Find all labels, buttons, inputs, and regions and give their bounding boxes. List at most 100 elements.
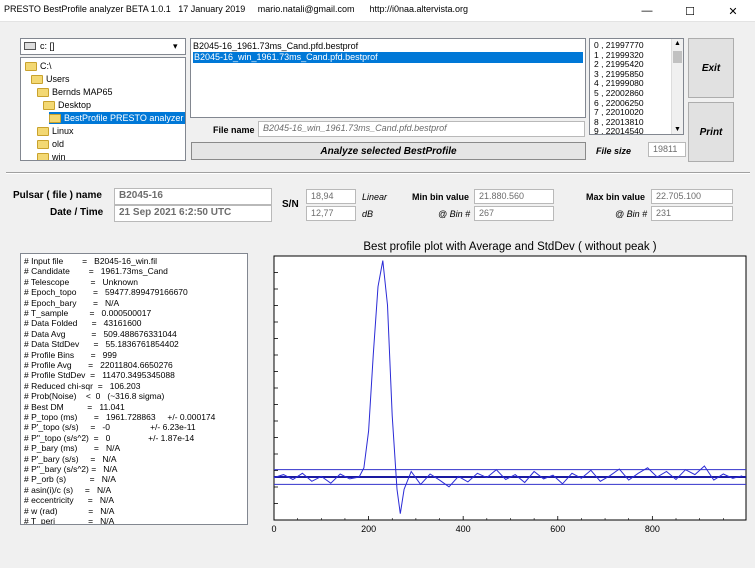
tree-item-label: win — [52, 152, 66, 161]
drive-icon — [24, 42, 36, 50]
exit-button[interactable]: Exit — [688, 38, 734, 98]
bin-list-item[interactable]: 7 , 22010020 — [594, 107, 644, 117]
scrollbar[interactable]: ▲ ▼ — [671, 39, 683, 134]
sn-linear-label: Linear — [362, 192, 388, 202]
x-tick-label: 0 — [271, 524, 276, 534]
folder-icon — [37, 139, 49, 149]
x-tick-label: 600 — [550, 524, 565, 534]
analyze-button[interactable]: Analyze selected BestProfile — [191, 142, 586, 160]
info-line: # P''_bary (s/s^2) = N/A — [24, 464, 118, 474]
tree-item[interactable]: Desktop — [43, 99, 91, 111]
maximize-button[interactable]: ☐ — [668, 0, 712, 22]
folder-open-icon — [31, 74, 43, 84]
x-tick-label: 800 — [645, 524, 660, 534]
chevron-down-icon[interactable]: ▾ — [173, 41, 178, 52]
info-line: # P_orb (s) = N/A — [24, 474, 116, 485]
sn-db-field: 12,77 — [306, 206, 356, 221]
date-time-field: 21 Sep 2021 6:2:50 UTC — [114, 205, 272, 222]
tree-item[interactable]: Bernds MAP65 — [37, 86, 113, 98]
tree-item-label: Bernds MAP65 — [52, 87, 113, 97]
bin-list-item[interactable]: 3 , 21995850 — [594, 69, 644, 79]
info-line: # Telescope = Unknown — [24, 276, 138, 287]
file-list-item[interactable]: B2045-16_1961.73ms_Cand.pfd.bestprof — [193, 41, 583, 52]
tree-item-label: BestProfile PRESTO analyzer 1.0.1.e — [64, 113, 185, 123]
tree-item[interactable]: old — [37, 138, 64, 150]
file-name-label: File name — [213, 125, 255, 135]
file-list-item-selected[interactable]: B2045-16_win_1961.73ms_Cand.pfd.bestprof — [193, 52, 583, 63]
file-size-field: 19811 — [648, 142, 686, 157]
info-line: # Profile Bins = 999 — [24, 349, 117, 360]
info-line: # Best DM = 11.041 — [24, 401, 125, 412]
profile-chart-svg: Best profile plot with Average and StdDe… — [271, 241, 747, 534]
info-line: # P'_bary (s/s) = N/A — [24, 453, 117, 464]
tree-item[interactable]: win — [37, 151, 66, 161]
tree-item-label: Users — [46, 74, 70, 84]
tree-item[interactable]: C:\ — [25, 60, 52, 72]
info-line: # Data Folded = 43161600 — [24, 318, 142, 329]
max-bin-label: Max bin value — [586, 192, 646, 202]
info-line: # Prob(Noise) < 0 (~316.8 sigma) — [24, 391, 165, 402]
bin-list-item[interactable]: 2 , 21995420 — [594, 59, 644, 69]
tree-item-label: old — [52, 139, 65, 149]
bin-list-item[interactable]: 8 , 22013810 — [594, 117, 644, 127]
info-line: # Candidate = 1961.73ms_Cand — [24, 266, 168, 277]
print-button[interactable]: Print — [688, 102, 734, 162]
folder-icon — [37, 126, 49, 136]
info-line: # Data StdDev = 55.1836761854402 — [24, 339, 179, 350]
info-line: # w (rad) = N/A — [24, 505, 115, 516]
tree-item[interactable]: Linux — [37, 125, 74, 137]
profile-info-box: # Input file = B2045-16_win.fil # Candida… — [20, 253, 248, 525]
close-button[interactable]: ✕ — [711, 0, 755, 22]
sn-label: S/N — [282, 199, 299, 210]
info-line: # Reduced chi-sqr = 106.203 — [24, 380, 141, 391]
tree-item-label: Linux — [52, 126, 74, 136]
info-line: # T_peri = N/A — [24, 516, 115, 525]
folder-tree[interactable]: C:\ Users Bernds MAP65 Desktop BestProfi… — [20, 57, 186, 161]
bin-list-item[interactable]: 0 , 21997770 — [594, 40, 644, 50]
bins-list[interactable]: 0 , 21997770 1 , 21999320 2 , 21995420 3 , … — [589, 38, 684, 135]
folder-open-icon — [43, 100, 55, 110]
info-line: # P_bary (ms) = N/A — [24, 443, 121, 454]
min-bin-label: Min bin value — [412, 192, 470, 202]
profile-chart: Best profile plot with Average and StdDe… — [270, 236, 748, 538]
tree-item-label: C:\ — [40, 61, 52, 71]
pulsar-name-field: B2045-16 — [114, 188, 272, 205]
tree-item[interactable]: Users — [31, 73, 70, 85]
max-bin-field: 22.705.100 — [651, 189, 733, 204]
minimize-button[interactable]: — — [625, 0, 669, 22]
min-bin-at-label: @ Bin # — [438, 209, 471, 219]
sn-linear-field: 18,94 — [306, 189, 356, 204]
info-line: # asin(i)/c (s) = N/A — [24, 484, 112, 495]
file-list[interactable]: B2045-16_1961.73ms_Cand.pfd.bestprof B20… — [190, 38, 586, 118]
tree-item-selected[interactable]: BestProfile PRESTO analyzer 1.0.1.e — [49, 112, 185, 124]
tree-item-label: Desktop — [58, 100, 92, 110]
date-time-label: Date / Time — [50, 207, 104, 218]
file-size-label: File size — [596, 146, 632, 156]
drive-value: c: [] — [40, 41, 55, 51]
info-line: # P'_topo (s/s) = -0 +/- 6.23e-11 — [24, 422, 196, 433]
x-tick-label: 200 — [361, 524, 376, 534]
bin-list-item[interactable]: 9 , 22014540 — [594, 126, 644, 134]
info-line: # P''_topo (s/s^2) = 0 +/- 1.87e-14 — [24, 432, 195, 443]
info-line: # Data Avg = 509.488676331044 — [24, 328, 177, 339]
scrollbar-thumb[interactable] — [673, 51, 682, 63]
plot-area — [273, 255, 747, 521]
info-line: # P_topo (ms) = 1961.728863 +/- 0.000174 — [24, 412, 216, 422]
bin-list-item[interactable]: 1 , 21999320 — [594, 50, 644, 60]
max-bin-at-field: 231 — [651, 206, 733, 221]
folder-icon — [37, 152, 49, 160]
bin-list-item[interactable]: 6 , 22006250 — [594, 98, 644, 108]
info-line: # Epoch_topo = 59477.899479166670 — [24, 287, 188, 298]
folder-open-icon — [37, 87, 49, 97]
drive-select[interactable]: c: [] ▾ — [20, 38, 186, 55]
chart-title: Best profile plot with Average and StdDe… — [363, 241, 656, 253]
info-line: # Profile StdDev = 11470.3495345088 — [24, 370, 175, 381]
divider — [6, 172, 750, 174]
x-tick-label: 400 — [456, 524, 471, 534]
bin-list-item[interactable]: 4 , 21999080 — [594, 78, 644, 88]
max-bin-at-label: @ Bin # — [615, 209, 648, 219]
info-line: # Input file = B2045-16_win.fil — [24, 256, 158, 266]
bin-list-item[interactable]: 5 , 22002860 — [594, 88, 644, 98]
scroll-down-icon[interactable]: ▼ — [674, 126, 681, 133]
scroll-up-icon[interactable]: ▲ — [674, 40, 681, 47]
